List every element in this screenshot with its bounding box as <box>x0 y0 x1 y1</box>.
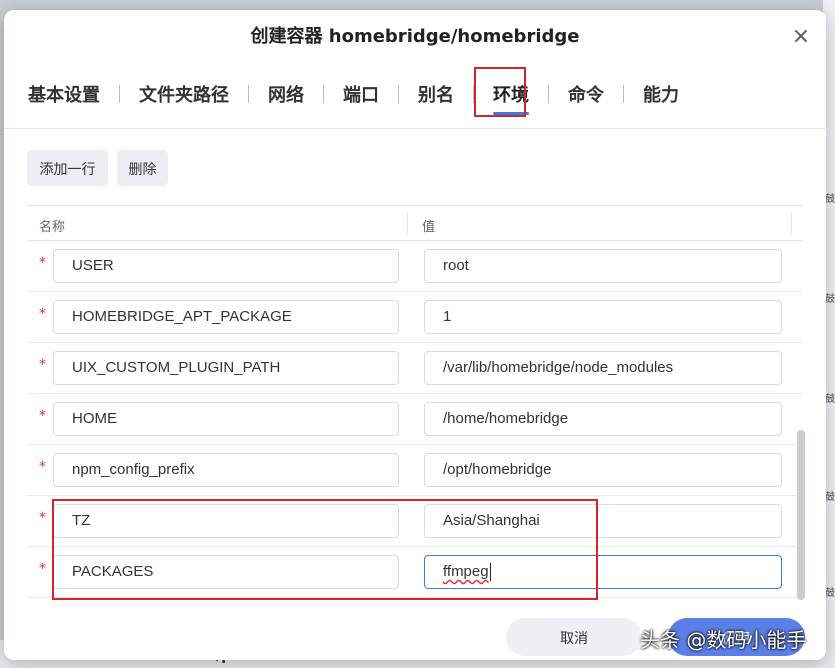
required-mark: * <box>39 408 46 424</box>
column-header-name: 名称 <box>39 220 66 235</box>
required-mark: * <box>39 255 46 271</box>
tab-aliases[interactable]: 别名 <box>416 81 456 107</box>
required-mark: * <box>39 510 46 526</box>
tab-basic-settings[interactable]: 基本设置 <box>26 81 102 107</box>
env-value-input[interactable]: /var/lib/homebridge/node_modules <box>424 351 782 385</box>
table-row: * USER root <box>27 241 802 292</box>
tab-separator <box>248 85 249 103</box>
cancel-button[interactable]: 取消 <box>506 618 642 656</box>
env-name-input[interactable]: HOME <box>53 402 399 436</box>
tab-network[interactable]: 网络 <box>266 81 306 107</box>
required-mark: * <box>39 357 46 373</box>
background-marker: 鼓 <box>825 294 835 305</box>
header-divider <box>4 128 826 129</box>
tab-highlight-annotation <box>474 67 526 117</box>
required-mark: * <box>39 561 46 577</box>
env-name-input[interactable]: USER <box>53 249 399 283</box>
env-value-input[interactable]: /home/homebridge <box>424 402 782 436</box>
table-header: 名称 值 <box>27 206 802 241</box>
tab-separator <box>119 85 120 103</box>
env-name-input[interactable]: HOMEBRIDGE_APT_PACKAGE <box>53 300 399 334</box>
background-marker: 鼓 <box>825 194 835 205</box>
delete-button[interactable]: 删除 <box>117 150 168 186</box>
env-value-input[interactable]: /opt/homebridge <box>424 453 782 487</box>
create-container-dialog: 创建容器 homebridge/homebridge × 基本设置 文件夹路径 … <box>4 10 826 660</box>
column-divider <box>407 212 408 234</box>
tab-separator <box>323 85 324 103</box>
tab-separator <box>548 85 549 103</box>
tab-separator <box>398 85 399 103</box>
required-mark: * <box>39 459 46 475</box>
column-header-value: 值 <box>422 220 436 235</box>
add-row-button[interactable]: 添加一行 <box>27 150 108 186</box>
table-row: * npm_config_prefix /opt/homebridge <box>27 445 802 496</box>
dialog-title: 创建容器 homebridge/homebridge <box>250 26 580 47</box>
background-marker: 鼓 <box>825 492 835 503</box>
rows-highlight-annotation <box>52 499 598 600</box>
env-name-input[interactable]: npm_config_prefix <box>53 453 399 487</box>
env-name-input[interactable]: UIX_CUSTOM_PLUGIN_PATH <box>53 351 399 385</box>
tab-capabilities[interactable]: 能力 <box>641 81 681 107</box>
required-mark: * <box>39 306 46 322</box>
table-row: * HOMEBRIDGE_APT_PACKAGE 1 <box>27 292 802 343</box>
tab-separator <box>623 85 624 103</box>
tab-bar: 基本设置 文件夹路径 网络 端口 别名 环境 命令 能力 <box>26 74 681 115</box>
table-row: * UIX_CUSTOM_PLUGIN_PATH /var/lib/homebr… <box>27 343 802 394</box>
table-row: * HOME /home/homebridge <box>27 394 802 445</box>
env-value-input[interactable]: 1 <box>424 300 782 334</box>
tab-folder-paths[interactable]: 文件夹路径 <box>137 81 231 107</box>
close-icon[interactable]: × <box>790 26 812 48</box>
tab-ports[interactable]: 端口 <box>341 81 381 107</box>
tab-command[interactable]: 命令 <box>566 81 606 107</box>
column-divider <box>791 212 792 234</box>
watermark: 头条 @数码小能手 <box>640 628 807 652</box>
background-marker: 鼓 <box>825 394 835 405</box>
background-marker: 鼓 <box>825 588 835 599</box>
env-value-input[interactable]: root <box>424 249 782 283</box>
scrollbar-thumb[interactable] <box>797 430 805 600</box>
